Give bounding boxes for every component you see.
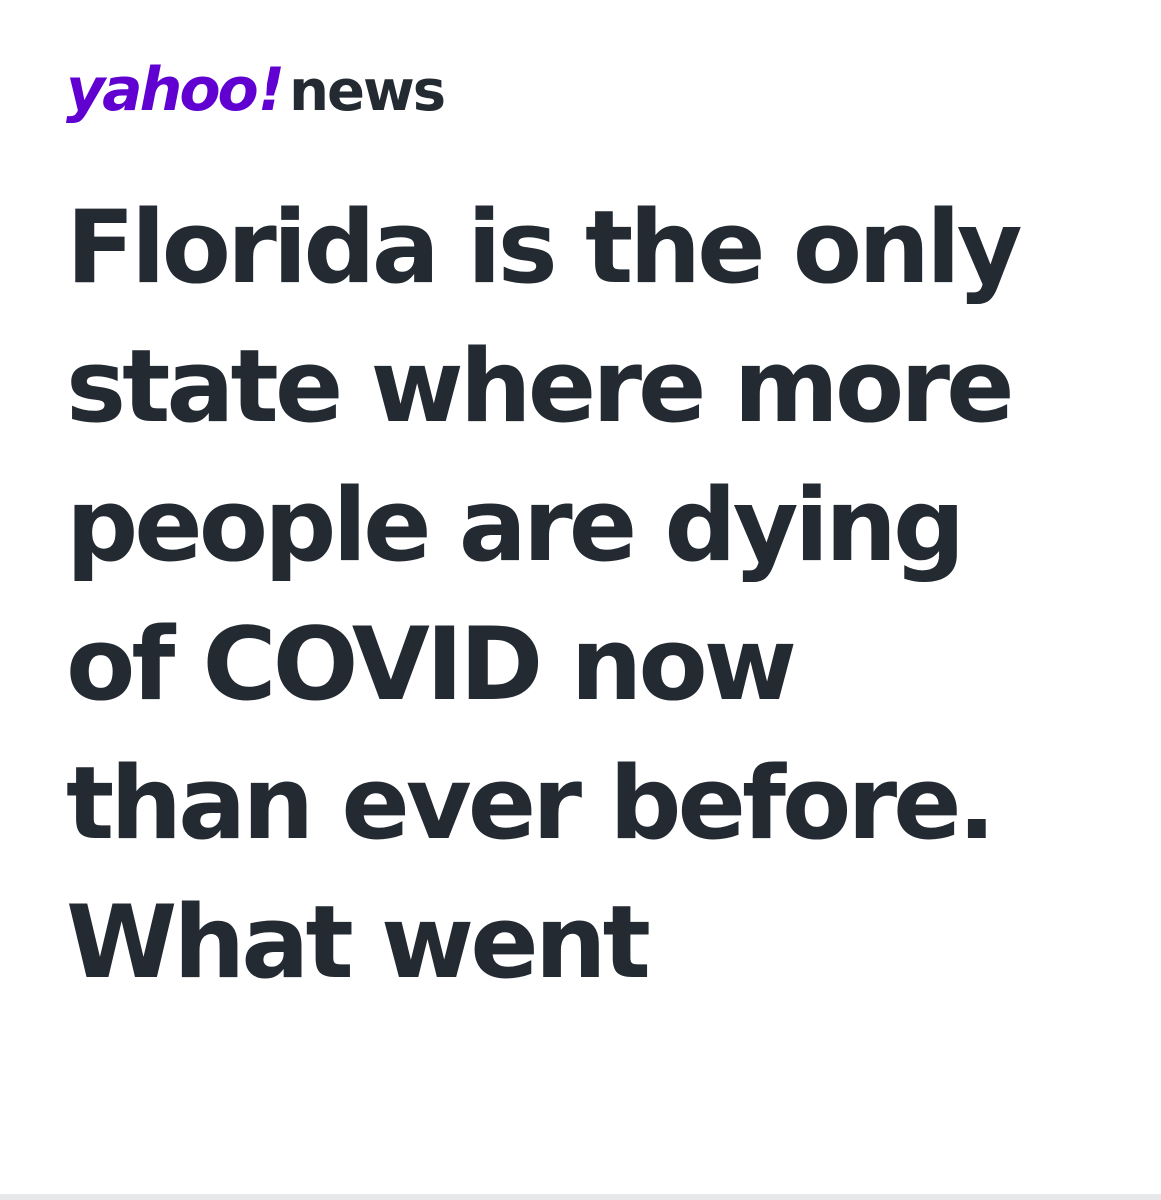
headline-line: Florida is the only	[66, 188, 1023, 306]
headline-line: What went	[66, 883, 651, 1001]
headline-line: state where more	[66, 327, 1015, 445]
logo-yahoo-wordmark: yahoo	[66, 55, 259, 125]
article-headline: Florida is the only state where more peo…	[66, 178, 1146, 1012]
bottom-divider	[0, 1194, 1161, 1200]
headline-line: of COVID now	[66, 605, 797, 723]
headline-line: people are dying	[66, 466, 965, 584]
yahoo-news-logo[interactable]: yahoo! news	[66, 50, 446, 125]
logo-exclamation-mark: !	[257, 55, 286, 125]
headline-line: than ever before.	[66, 744, 996, 862]
logo-news-wordmark: news	[289, 59, 446, 124]
